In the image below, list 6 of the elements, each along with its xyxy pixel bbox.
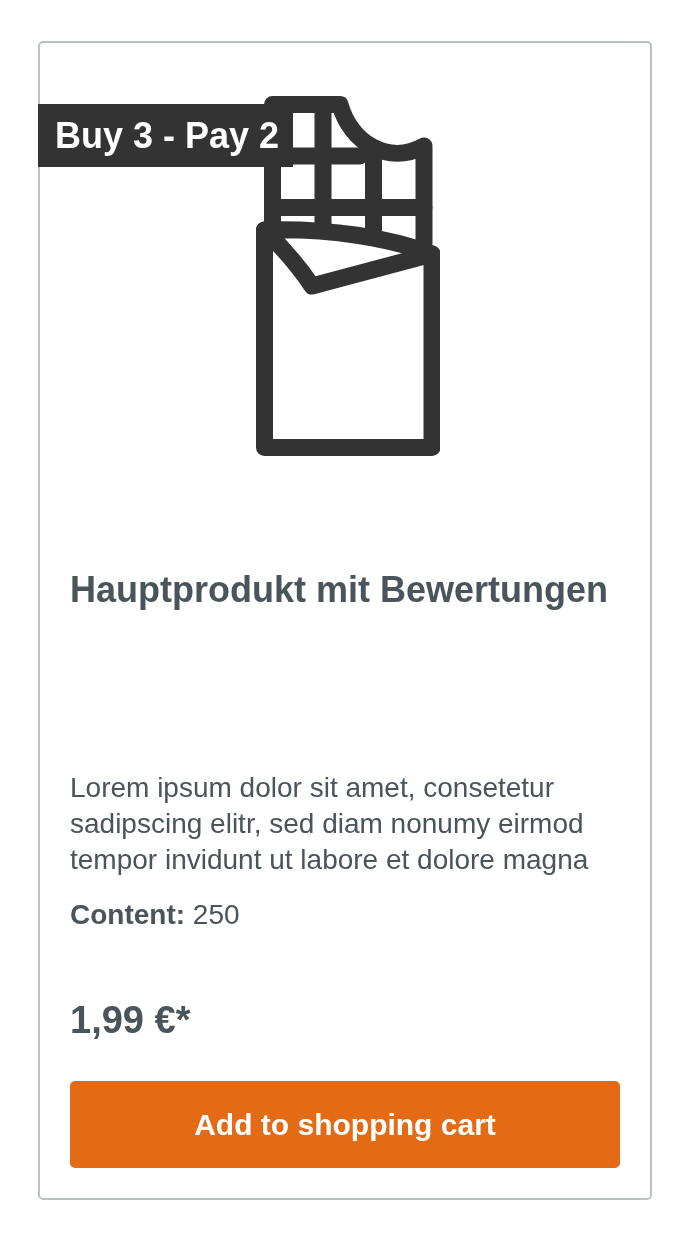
product-description: Lorem ipsum dolor sit amet, consetetur sadipscing elitr, sed diam nonumy eirmod tempor invidunt ut labore et dolore magna [70,771,590,877]
product-price: 1,99 €* [70,998,192,1042]
promo-badge: Buy 3 - Pay 2 [38,104,294,167]
content-info: Content: 250 [70,898,241,932]
product-title[interactable]: Hauptprodukt mit Bewertungen [70,568,620,612]
chocolate-bar-icon [254,95,440,457]
